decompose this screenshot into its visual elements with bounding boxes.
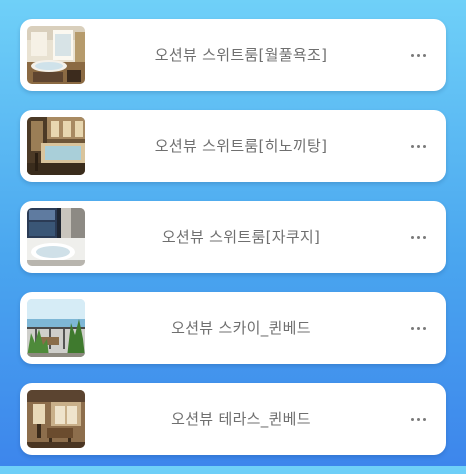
room-photo-terrace <box>27 390 85 448</box>
room-photo-4[interactable] <box>27 299 85 357</box>
room-photo-2[interactable] <box>27 117 85 175</box>
room-photo-sky <box>27 299 85 357</box>
room-name[interactable]: 오션뷰 테라스_퀸베드 <box>96 383 386 455</box>
room-list: 오션뷰 스위트룸[월풀욕조] 오션뷰 스위트룸[히노끼탕] 오션뷰 스위트룸[자… <box>20 19 446 474</box>
room-photo-3[interactable] <box>27 208 85 266</box>
room-photo-jacuzzi <box>27 208 85 266</box>
room-name[interactable]: 오션뷰 스카이_퀸베드 <box>96 292 386 364</box>
room-card-1[interactable]: 오션뷰 스위트룸[월풀욕조] <box>20 19 446 91</box>
room-name[interactable]: 오션뷰 스위트룸[히노끼탕] <box>96 110 386 182</box>
more-horizontal-icon[interactable] <box>408 227 428 247</box>
more-horizontal-icon[interactable] <box>408 45 428 65</box>
room-name[interactable]: 오션뷰 스위트룸[자쿠지] <box>96 201 386 273</box>
room-card-3[interactable]: 오션뷰 스위트룸[자쿠지] <box>20 201 446 273</box>
room-name[interactable]: 오션뷰 스위트룸[월풀욕조] <box>96 19 386 91</box>
room-photo-5[interactable] <box>27 390 85 448</box>
more-horizontal-icon[interactable] <box>408 318 428 338</box>
room-photo-1[interactable] <box>27 26 85 84</box>
room-card-4[interactable]: 오션뷰 스카이_퀸베드 <box>20 292 446 364</box>
more-horizontal-icon[interactable] <box>408 409 428 429</box>
room-photo-whirlpool <box>27 26 85 84</box>
room-card-5[interactable]: 오션뷰 테라스_퀸베드 <box>20 383 446 455</box>
more-horizontal-icon[interactable] <box>408 136 428 156</box>
room-photo-hinoki <box>27 117 85 175</box>
room-card-2[interactable]: 오션뷰 스위트룸[히노끼탕] <box>20 110 446 182</box>
